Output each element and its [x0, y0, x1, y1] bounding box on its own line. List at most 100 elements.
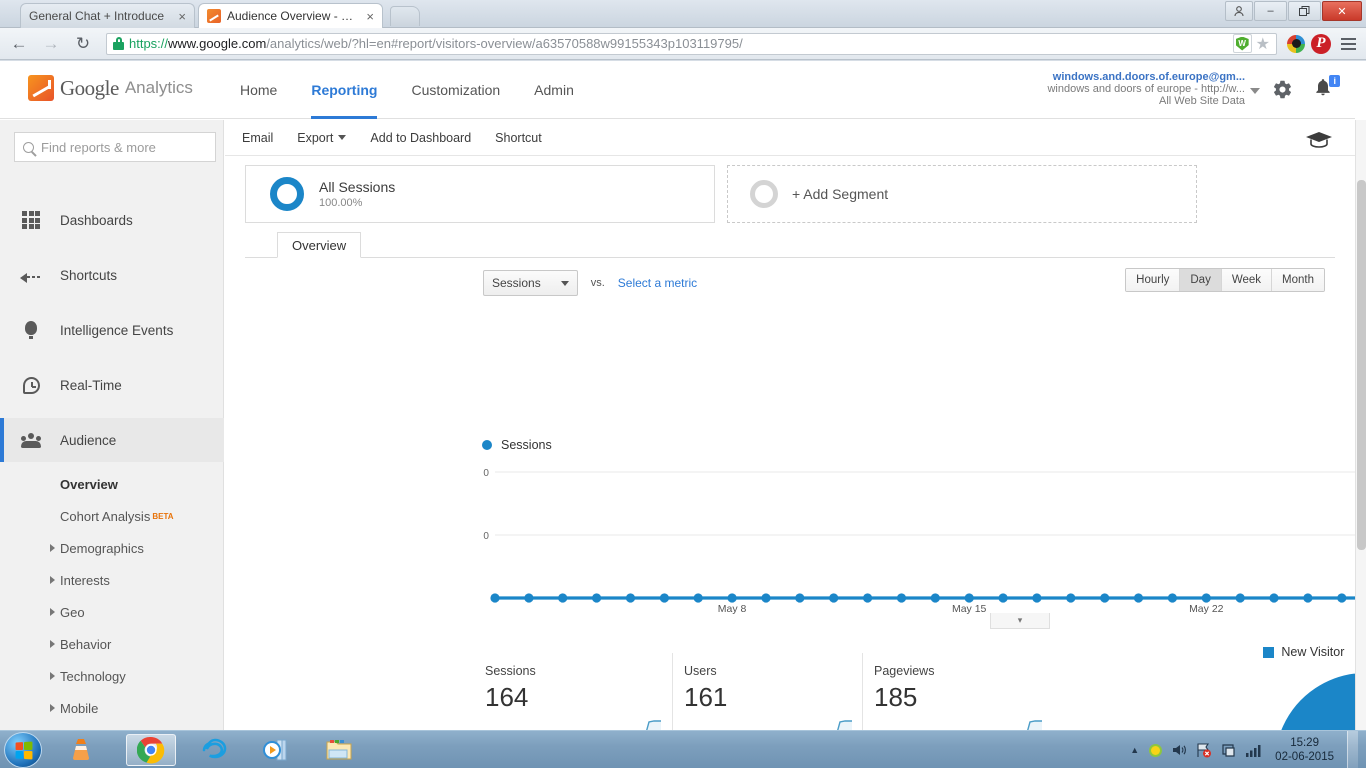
line-chart-svg: 50100May 8May 15May 22May 29 — [472, 468, 1355, 615]
granularity-hourly[interactable]: Hourly — [1126, 269, 1181, 291]
scrollbar-thumb[interactable] — [1357, 180, 1366, 550]
pinterest-extension-icon[interactable]: P — [1311, 33, 1331, 54]
secure-lock-icon — [113, 37, 124, 50]
sidebar-item-intelligence-events[interactable]: Intelligence Events — [0, 308, 224, 352]
empty-donut-icon — [750, 180, 778, 208]
granularity-day[interactable]: Day — [1180, 269, 1222, 291]
profile-icon[interactable] — [1225, 1, 1253, 21]
taskbar-item-internet-explorer[interactable] — [190, 734, 240, 766]
browser-toolbar: ← → ↻ https://www.google.com/analytics/w… — [0, 28, 1366, 60]
sidebar-item-label: Intelligence Events — [60, 322, 174, 338]
granularity-week[interactable]: Week — [1221, 269, 1273, 291]
antivirus-tray-icon[interactable] — [1148, 743, 1163, 758]
nav-home[interactable]: Home — [240, 61, 277, 119]
chart-series-legend: Sessions — [482, 438, 552, 452]
sidebar-item-interests[interactable]: Interests — [0, 564, 224, 596]
sidebar-item-label: Audience — [60, 432, 117, 448]
sidebar-item-behavior[interactable]: Behavior — [0, 628, 224, 660]
sidebar-item-cohort-analysis[interactable]: Cohort Analysis BETA — [0, 500, 224, 532]
sidebar-subitem-label: Geo — [60, 604, 85, 620]
segment-name: All Sessions — [319, 179, 396, 195]
export-button[interactable]: Export — [297, 131, 347, 145]
taskbar-clock[interactable]: 15:29 02-06-2015 — [1271, 736, 1338, 764]
close-window-button[interactable]: ✕ — [1322, 1, 1362, 21]
search-reports-input[interactable]: Find reports & more — [14, 132, 216, 162]
segment-all-sessions[interactable]: All Sessions 100.00% — [245, 165, 715, 223]
chevron-right-icon — [50, 544, 55, 552]
analytics-favicon-icon — [207, 9, 221, 23]
new-tab-button[interactable] — [390, 6, 420, 26]
metric-card-sessions[interactable]: Sessions 164 — [482, 653, 672, 730]
sidebar-item-shortcuts[interactable]: Shortcuts — [0, 253, 224, 297]
chevron-down-icon[interactable] — [1250, 88, 1260, 94]
nav-admin[interactable]: Admin — [534, 61, 574, 119]
tab-close-icon[interactable]: × — [178, 10, 186, 23]
volume-icon[interactable] — [1172, 743, 1187, 757]
taskbar-item-windows-media-player[interactable] — [252, 734, 302, 766]
wot-extension-icon[interactable]: W — [1232, 34, 1252, 53]
sidebar-item-technology[interactable]: Technology — [0, 660, 224, 692]
select-a-metric-link[interactable]: Select a metric — [618, 276, 697, 290]
segment-donut-icon — [270, 177, 304, 211]
start-orb-icon[interactable] — [4, 732, 42, 768]
gear-icon[interactable] — [1272, 79, 1293, 106]
forward-button[interactable]: → — [38, 31, 64, 57]
shortcut-button[interactable]: Shortcut — [495, 131, 542, 145]
notifications-button[interactable]: i — [1313, 75, 1340, 103]
chevron-right-icon — [50, 640, 55, 648]
report-content: Email Export Add to Dashboard Shortcut A… — [225, 120, 1355, 730]
metric-dropdown[interactable]: Sessions — [483, 270, 578, 296]
address-bar[interactable]: https://www.google.com/analytics/web/?hl… — [106, 32, 1277, 55]
email-button[interactable]: Email — [242, 131, 273, 145]
metric-label: Pageviews — [874, 664, 935, 678]
browser-tab-audience-overview[interactable]: Audience Overview - Goo × — [198, 3, 383, 28]
taskbar-item-chrome[interactable] — [126, 734, 176, 766]
sidebar-item-dashboards[interactable]: Dashboards — [0, 198, 224, 242]
minimize-button[interactable]: – — [1254, 1, 1287, 21]
maximize-button[interactable] — [1288, 1, 1321, 21]
nav-reporting[interactable]: Reporting — [311, 61, 378, 119]
taskbar-item-file-explorer[interactable] — [314, 734, 364, 766]
show-desktop-button[interactable] — [1347, 731, 1358, 768]
back-button[interactable]: ← — [6, 31, 32, 57]
action-center-icon[interactable] — [1221, 743, 1237, 758]
sidebar-item-audience[interactable]: Audience — [0, 418, 224, 462]
sessions-line-chart[interactable]: 50100May 8May 15May 22May 29 — [472, 458, 1355, 616]
show-hidden-icons-button[interactable]: ▲ — [1130, 745, 1139, 755]
page-scrollbar[interactable] — [1355, 120, 1366, 730]
chevron-right-icon — [50, 704, 55, 712]
metric-selector-row: Sessions vs. Select a metric — [483, 270, 697, 296]
chevron-right-icon — [50, 608, 55, 616]
reload-button[interactable]: ↻ — [70, 31, 96, 57]
signal-icon[interactable] — [1246, 744, 1262, 757]
chart-expand-handle[interactable]: ▾ — [990, 613, 1050, 629]
visitor-pie-chart[interactable]: 98.2% — [1230, 659, 1355, 730]
browser-tab-general-chat[interactable]: General Chat + Introduce × — [20, 3, 195, 28]
metric-cards: Sessions 164 Users 161 Pageviews 185 — [482, 653, 1052, 730]
segments-row: All Sessions 100.00% + Add Segment — [245, 165, 1200, 223]
sidebar-item-demographics[interactable]: Demographics — [0, 532, 224, 564]
add-to-dashboard-button[interactable]: Add to Dashboard — [370, 131, 471, 145]
nav-customization[interactable]: Customization — [411, 61, 500, 119]
camera-extension-icon[interactable] — [1287, 34, 1305, 53]
add-segment-button[interactable]: + Add Segment — [727, 165, 1197, 223]
tab-strip: General Chat + Introduce × Audience Over… — [0, 0, 1366, 28]
chrome-menu-icon[interactable] — [1337, 36, 1360, 52]
account-selector[interactable]: windows.and.doors.of.europe@gm... window… — [1047, 71, 1245, 107]
taskbar-item-vlc[interactable] — [56, 734, 106, 766]
tab-close-icon[interactable]: × — [366, 10, 374, 23]
granularity-month[interactable]: Month — [1272, 269, 1324, 291]
network-flag-icon[interactable] — [1196, 742, 1212, 758]
graduation-cap-icon[interactable] — [1305, 131, 1333, 148]
bookmark-star-icon[interactable]: ★ — [1256, 34, 1270, 54]
metric-card-users[interactable]: Users 161 — [672, 653, 862, 730]
segment-percent: 100.00% — [319, 197, 363, 209]
sidebar-item-overview[interactable]: Overview — [0, 468, 224, 500]
pie-legend-new-visitor[interactable]: New Visitor — [1263, 645, 1344, 659]
sidebar-item-mobile[interactable]: Mobile — [0, 692, 224, 724]
google-analytics-logo[interactable]: Google Analytics — [28, 75, 193, 101]
sidebar-item-geo[interactable]: Geo — [0, 596, 224, 628]
metric-card-pageviews[interactable]: Pageviews 185 — [862, 653, 1052, 730]
sidebar-item-real-time[interactable]: Real-Time — [0, 363, 224, 407]
tab-overview[interactable]: Overview — [277, 232, 362, 258]
